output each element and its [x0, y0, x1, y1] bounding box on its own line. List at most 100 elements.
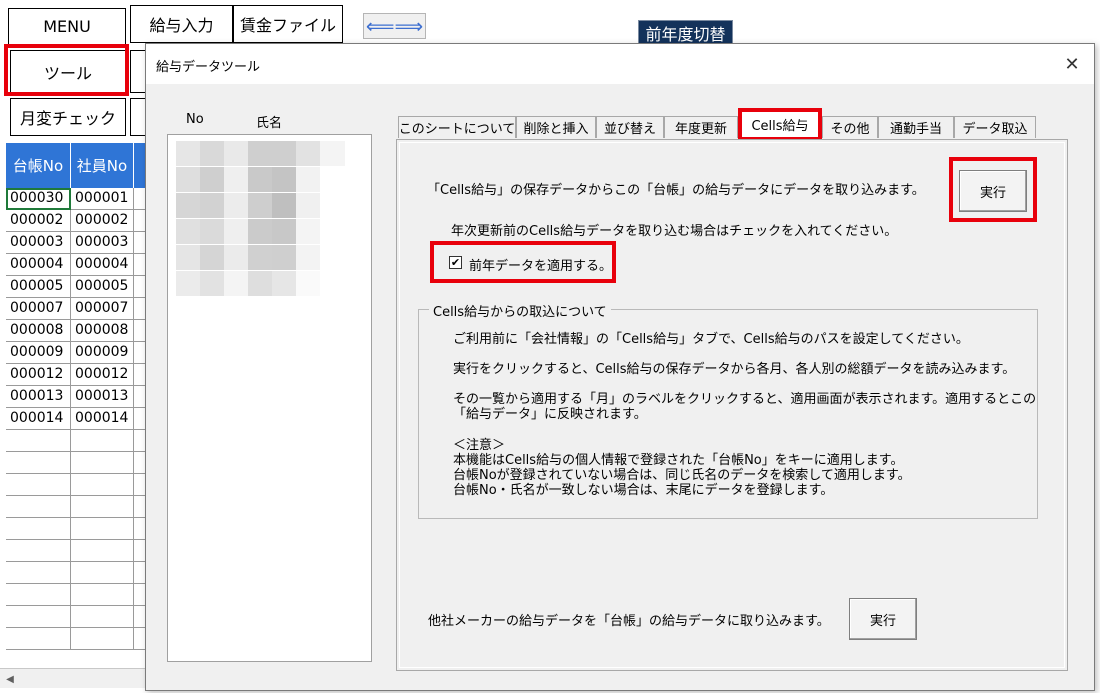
tab-3[interactable]: 年度更新	[664, 116, 738, 138]
tab-2[interactable]: 並び替え	[596, 116, 664, 138]
employee-no-cell[interactable]: 000014	[71, 408, 134, 430]
table-row	[6, 518, 146, 540]
checkbox-hint: 年次更新前のCells給与データを取り込む場合はチェックを入れてください。	[451, 224, 898, 239]
hidden-button-edge	[130, 50, 146, 93]
employee-no-cell[interactable]: 000012	[71, 364, 134, 386]
close-button[interactable]: ✕	[1058, 52, 1086, 76]
table-row	[6, 540, 146, 562]
employee-no-cell[interactable]	[71, 452, 134, 474]
monthly-check-button[interactable]: 月変チェック	[10, 98, 126, 136]
ledger-no-cell[interactable]: 000014	[6, 408, 71, 430]
table-row: 000014 000014	[6, 408, 146, 430]
tab-7[interactable]: データ取込	[954, 116, 1036, 138]
employee-no-cell[interactable]	[71, 430, 134, 452]
table-row	[6, 606, 146, 628]
ledger-no-cell[interactable]: 000012	[6, 364, 71, 386]
tab-6[interactable]: 通勤手当	[878, 116, 954, 138]
employee-no-cell[interactable]	[71, 496, 134, 518]
dialog-titlebar[interactable]: 給与データツール ✕	[146, 44, 1094, 84]
employee-no-cell[interactable]: 000007	[71, 298, 134, 320]
other-vendor-description: 他社メーカーの給与データを「台帳」の給与データに取り込みます。	[428, 614, 830, 629]
ledger-no-cell[interactable]: 000030	[6, 188, 71, 210]
employee-no-cell[interactable]: 000002	[71, 210, 134, 232]
employee-no-cell[interactable]: 000004	[71, 254, 134, 276]
note-line: 台帳Noが登録されていない場合は、同じ氏名のデータを検索して適用します。	[453, 468, 911, 483]
ledger-no-cell[interactable]	[6, 452, 71, 474]
tab-5[interactable]: その他	[822, 116, 878, 138]
horizontal-scrollbar[interactable]: ◀	[0, 668, 148, 688]
tab-1[interactable]: 削除と挿入	[516, 116, 596, 138]
ledger-no-cell[interactable]	[6, 628, 71, 650]
col-ledger-no[interactable]: 台帳No	[6, 143, 71, 188]
ledger-no-cell[interactable]: 000008	[6, 320, 71, 342]
ledger-no-cell[interactable]: 000013	[6, 386, 71, 408]
info-line: その一覧から適用する「月」のラベルをクリックすると、適用画面が表示されます。適用…	[453, 392, 1037, 407]
ledger-no-cell[interactable]	[6, 606, 71, 628]
wage-file-button[interactable]: 賃金ファイル	[233, 5, 343, 43]
employee-no-cell[interactable]: 000013	[71, 386, 134, 408]
note-line: 本機能はCells給与の個人情報で登録された「台帳No」をキーに適用します。	[453, 453, 904, 468]
scroll-left-icon[interactable]: ◀	[2, 671, 18, 687]
note-heading: ＜注意＞	[453, 438, 506, 453]
employee-no-cell[interactable]: 000008	[71, 320, 134, 342]
table-row: 000004 000004	[6, 254, 146, 276]
ledger-no-cell[interactable]: 000003	[6, 232, 71, 254]
employee-no-cell[interactable]	[71, 518, 134, 540]
list-header-no: No	[186, 112, 204, 127]
close-icon: ✕	[1064, 53, 1080, 75]
table-row: 000005 000005	[6, 276, 146, 298]
employee-no-cell[interactable]	[71, 562, 134, 584]
ledger-no-cell[interactable]	[6, 540, 71, 562]
payroll-input-button[interactable]: 給与入力	[130, 5, 233, 43]
employee-no-cell[interactable]	[71, 606, 134, 628]
other-vendor-run-button[interactable]: 実行	[849, 598, 917, 640]
ledger-no-cell[interactable]	[6, 496, 71, 518]
grid-header: 台帳No 社員No	[6, 143, 146, 188]
employee-no-cell[interactable]: 000003	[71, 232, 134, 254]
ledger-no-cell[interactable]: 000004	[6, 254, 71, 276]
cells-import-info-group: Cells給与からの取込について ご利用前に「会社情報」の「Cells給与」タブ…	[418, 301, 1038, 519]
employee-no-cell[interactable]	[71, 584, 134, 606]
ledger-no-cell[interactable]	[6, 584, 71, 606]
ledger-no-cell[interactable]: 000009	[6, 342, 71, 364]
hidden-button-edge-2	[130, 98, 146, 136]
table-row	[6, 628, 146, 650]
menu-button[interactable]: MENU	[8, 8, 126, 45]
ledger-no-cell[interactable]	[6, 562, 71, 584]
ledger-no-cell[interactable]: 000005	[6, 276, 71, 298]
group-title: Cells給与からの取込について	[429, 301, 611, 320]
tab-4[interactable]: Cells給与	[738, 108, 822, 141]
ledger-no-cell[interactable]: 000002	[6, 210, 71, 232]
table-row	[6, 452, 146, 474]
ledger-no-cell[interactable]: 000007	[6, 298, 71, 320]
info-line: ご利用前に「会社情報」の「Cells給与」タブで、Cells給与のパスを設定して…	[453, 332, 969, 347]
swap-arrows-button[interactable]: ⟸⟹	[363, 13, 426, 39]
table-row: 000012 000012	[6, 364, 146, 386]
table-row: 000007 000007	[6, 298, 146, 320]
employee-no-cell[interactable]: 000001	[71, 188, 134, 210]
table-row	[6, 562, 146, 584]
ledger-no-cell[interactable]	[6, 518, 71, 540]
checkbox-highlight	[430, 241, 616, 283]
ledger-no-cell[interactable]	[6, 474, 71, 496]
table-row	[6, 496, 146, 518]
employee-no-cell[interactable]: 000005	[71, 276, 134, 298]
info-line: 実行をクリックすると、Cells給与の保存データから各月、各人別の総額データを読…	[453, 362, 1016, 377]
employee-no-cell[interactable]	[71, 540, 134, 562]
table-row	[6, 584, 146, 606]
employee-no-cell[interactable]	[71, 474, 134, 496]
table-row: 000002 000002	[6, 210, 146, 232]
table-row: 000003 000003	[6, 232, 146, 254]
list-header-name: 氏名	[256, 116, 283, 131]
table-row	[6, 430, 146, 452]
employee-no-cell[interactable]: 000009	[71, 342, 134, 364]
tab-0[interactable]: このシートについて	[398, 116, 516, 138]
tool-button-highlight	[4, 44, 129, 96]
employee-grid: 台帳No 社員No 000030 000001 000002 000002 000003…	[6, 143, 146, 660]
table-row: 000008 000008	[6, 320, 146, 342]
ledger-no-cell[interactable]	[6, 430, 71, 452]
employee-listbox[interactable]	[167, 134, 372, 662]
col-employee-no[interactable]: 社員No	[71, 143, 134, 188]
run-button-highlight	[949, 157, 1037, 222]
employee-no-cell[interactable]	[71, 628, 134, 650]
